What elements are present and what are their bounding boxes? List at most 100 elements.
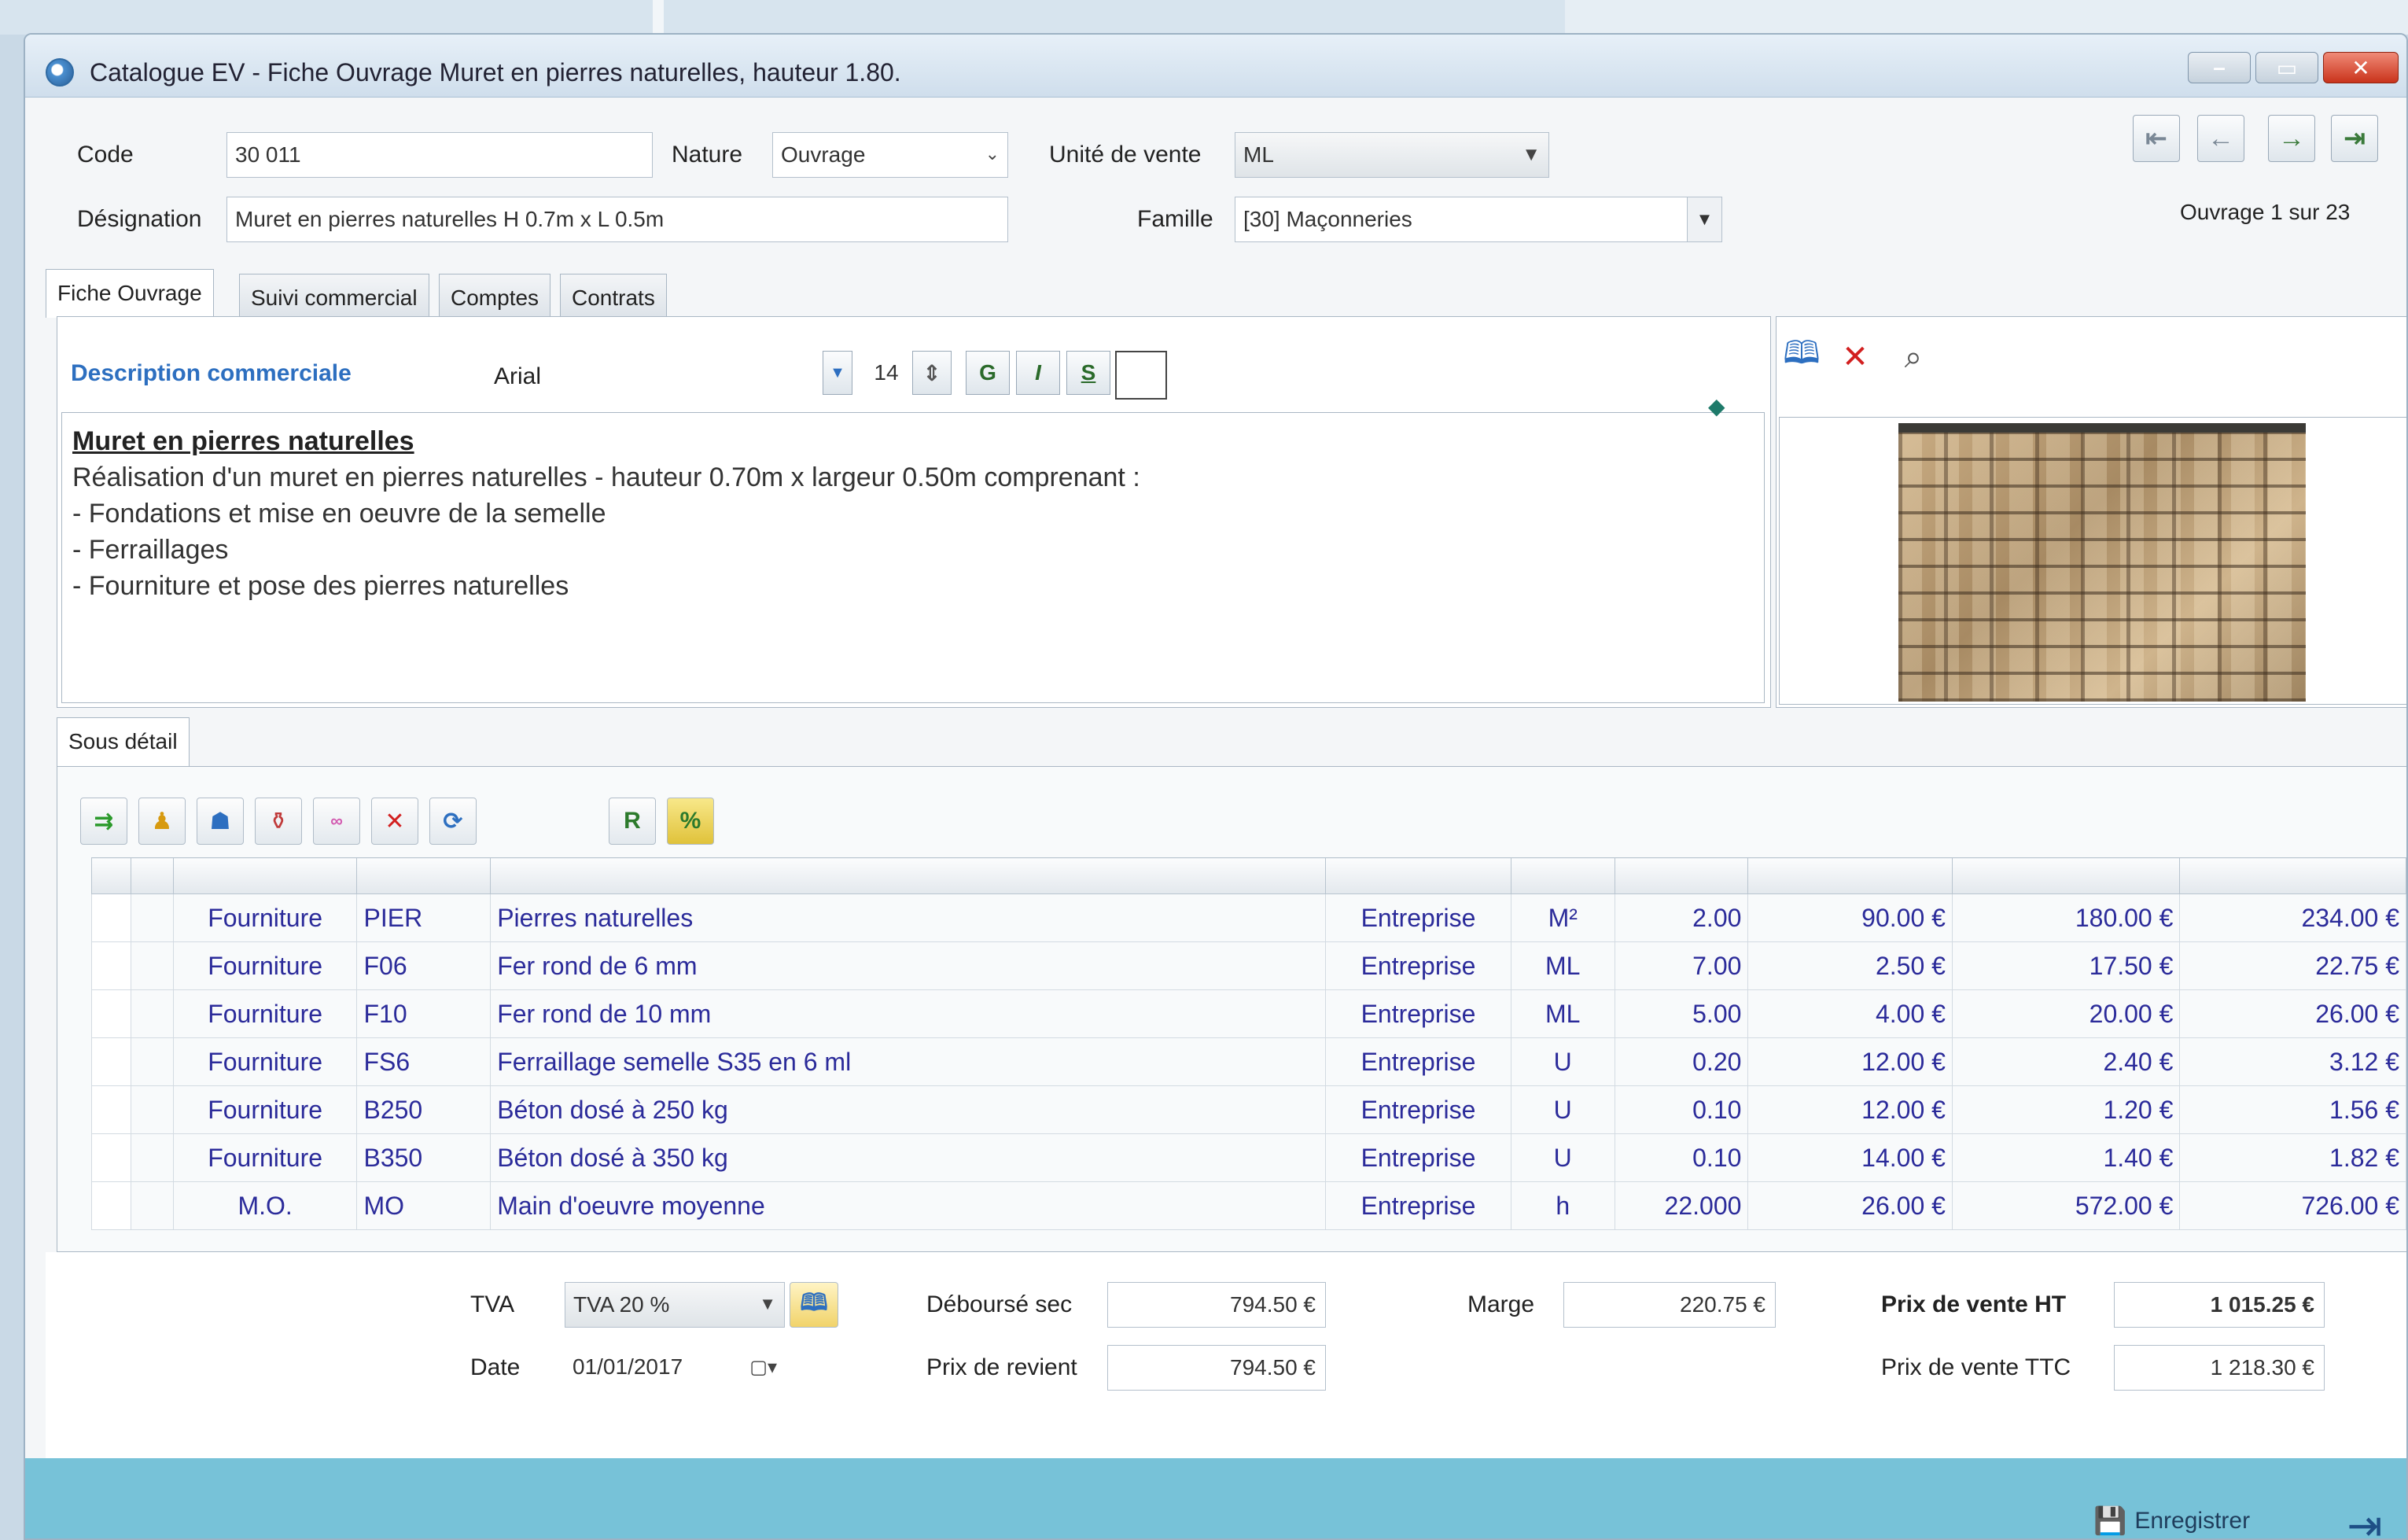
date-picker[interactable]: 01/01/2017 ▢▾ bbox=[565, 1345, 785, 1391]
cell-quantite: 0.10 bbox=[1614, 1085, 1749, 1134]
tva-select[interactable]: TVA 20 % ▼ bbox=[565, 1282, 785, 1328]
close-icon: ✕ bbox=[2351, 55, 2370, 80]
cell-prix-achat: 14.00 € bbox=[1747, 1133, 1953, 1182]
delete-icon: ✕ bbox=[1842, 340, 1869, 374]
row-checkbox[interactable] bbox=[91, 893, 131, 942]
first-record-button[interactable]: ⇤ bbox=[2133, 115, 2180, 162]
cell-prix-achat: 2.50 € bbox=[1747, 941, 1953, 990]
delete-image-button[interactable]: ✕ bbox=[1831, 333, 1880, 381]
exit-button[interactable]: ⇥ bbox=[2337, 1498, 2392, 1539]
dropdown-arrow-icon: ▼ bbox=[1687, 197, 1721, 241]
tva-lookup-button[interactable]: 🕮 bbox=[790, 1282, 838, 1328]
add-labor-button[interactable]: ☗ bbox=[197, 798, 244, 845]
table-row[interactable]: M.O. MO Main d'oeuvre moyenne Entreprise… bbox=[91, 1181, 2406, 1230]
add-supply-button[interactable]: ♟ bbox=[138, 798, 186, 845]
cell-code: FS6 bbox=[356, 1037, 492, 1086]
first-record-icon: ⇤ bbox=[2145, 123, 2168, 153]
col-total-ht[interactable] bbox=[2179, 857, 2406, 894]
window-title: Catalogue EV - Fiche Ouvrage Muret en pi… bbox=[90, 58, 901, 87]
font-size-input[interactable]: 14 bbox=[867, 351, 906, 395]
bold-button[interactable]: G bbox=[966, 351, 1010, 395]
maximize-icon: ▭ bbox=[2276, 55, 2298, 80]
add-material-button[interactable]: ⚱ bbox=[255, 798, 302, 845]
col-nature[interactable] bbox=[172, 857, 358, 894]
maximize-button[interactable]: ▭ bbox=[2255, 52, 2318, 83]
open-image-button[interactable]: 🕮 bbox=[1777, 333, 1826, 381]
cell-nature: Fourniture bbox=[172, 941, 358, 990]
tab-comptes[interactable]: Comptes bbox=[439, 274, 551, 318]
close-button[interactable]: ✕ bbox=[2323, 52, 2399, 83]
title-bar[interactable]: Catalogue EV - Fiche Ouvrage Muret en pi… bbox=[25, 35, 2406, 98]
minimize-button[interactable]: – bbox=[2188, 52, 2251, 83]
table-row[interactable]: Fourniture B350 Béton dosé à 350 kg Entr… bbox=[91, 1133, 2406, 1182]
font-name-select[interactable]: Arial bbox=[494, 363, 541, 390]
cell-total-achat: 2.40 € bbox=[1951, 1037, 2181, 1086]
col-code[interactable] bbox=[356, 857, 492, 894]
col-designation[interactable] bbox=[490, 857, 1327, 894]
description-line: - Fondations et mise en oeuvre de la sem… bbox=[72, 499, 606, 529]
add-line-button[interactable]: ⇉ bbox=[80, 798, 127, 845]
expand-icon[interactable]: ◆ bbox=[1708, 393, 1725, 419]
col-quantite[interactable] bbox=[1614, 857, 1749, 894]
row-checkbox[interactable] bbox=[91, 1133, 131, 1182]
famille-select[interactable]: [30] Maçonneries ▼ bbox=[1235, 197, 1722, 242]
next-record-button[interactable]: → bbox=[2268, 115, 2315, 162]
cell-prix-achat: 12.00 € bbox=[1747, 1037, 1953, 1086]
italic-button[interactable]: I bbox=[1016, 351, 1060, 395]
cell-fournisseur: Entreprise bbox=[1325, 1037, 1511, 1086]
marge-input[interactable]: 220.75 € bbox=[1563, 1282, 1776, 1328]
cell-quantite: 22.000 bbox=[1614, 1181, 1749, 1230]
cell-unite: ML bbox=[1510, 941, 1615, 990]
cell-designation: Ferraillage semelle S35 en 6 ml bbox=[490, 1037, 1327, 1086]
pvttc-input[interactable]: 1 218.30 € bbox=[2114, 1345, 2325, 1391]
cell-code: PIER bbox=[356, 893, 492, 942]
unite-select[interactable]: ML ▼ bbox=[1235, 132, 1549, 178]
col-fournisseur[interactable] bbox=[1325, 857, 1511, 894]
cell-designation: Fer rond de 10 mm bbox=[490, 989, 1327, 1038]
col-prix-achat[interactable] bbox=[1747, 857, 1953, 894]
description-content: Muret en pierres naturelles Réalisation … bbox=[72, 423, 1140, 604]
nature-label: Nature bbox=[672, 142, 743, 168]
row-checkbox[interactable] bbox=[91, 1037, 131, 1086]
table-row[interactable]: Fourniture FS6 Ferraillage semelle S35 e… bbox=[91, 1037, 2406, 1086]
delete-line-button[interactable]: ✕ bbox=[371, 798, 418, 845]
nature-select[interactable]: Ouvrage ⌄ bbox=[772, 132, 1008, 178]
underline-button[interactable]: S bbox=[1066, 351, 1110, 395]
table-row[interactable]: Fourniture F06 Fer rond de 6 mm Entrepri… bbox=[91, 941, 2406, 990]
cell-unite: U bbox=[1510, 1085, 1615, 1134]
percent-button[interactable]: % bbox=[667, 798, 714, 845]
tab-fiche-ouvrage[interactable]: Fiche Ouvrage bbox=[46, 269, 214, 318]
tab-suivi-commercial[interactable]: Suivi commercial bbox=[239, 274, 429, 318]
row-checkbox[interactable] bbox=[91, 1181, 131, 1230]
cell-total-ht: 1.56 € bbox=[2179, 1085, 2406, 1134]
table-row[interactable]: Fourniture B250 Béton dosé à 250 kg Entr… bbox=[91, 1085, 2406, 1134]
font-dropdown-button[interactable]: ▼ bbox=[823, 351, 852, 395]
table-row[interactable]: Fourniture F10 Fer rond de 10 mm Entrepr… bbox=[91, 989, 2406, 1038]
last-record-button[interactable]: ⇥ bbox=[2331, 115, 2378, 162]
cell-designation: Main d'oeuvre moyenne bbox=[490, 1181, 1327, 1230]
refresh-button[interactable]: ⟳ bbox=[429, 798, 477, 845]
tab-sous-detail[interactable]: Sous détail bbox=[57, 717, 190, 768]
font-size-spinner[interactable]: ⇕ bbox=[912, 351, 952, 395]
previous-record-button[interactable]: ← bbox=[2197, 115, 2244, 162]
row-checkbox[interactable] bbox=[91, 989, 131, 1038]
row-checkbox[interactable] bbox=[91, 941, 131, 990]
code-input[interactable]: 30 011 bbox=[226, 132, 653, 178]
row-checkbox[interactable] bbox=[91, 1085, 131, 1134]
dropdown-arrow-icon: ▼ bbox=[830, 363, 845, 381]
zoom-image-button[interactable]: ⌕ bbox=[1889, 333, 1938, 381]
color-picker-button[interactable] bbox=[1115, 351, 1167, 400]
table-row[interactable]: Fourniture PIER Pierres naturelles Entre… bbox=[91, 893, 2406, 942]
cell-total-ht: 22.75 € bbox=[2179, 941, 2406, 990]
save-button[interactable]: 💾 Enregistrer bbox=[2093, 1505, 2250, 1537]
cell-fournisseur: Entreprise bbox=[1325, 1133, 1511, 1182]
app-icon bbox=[46, 58, 74, 87]
tab-contrats[interactable]: Contrats bbox=[560, 274, 667, 318]
col-unite[interactable] bbox=[1510, 857, 1615, 894]
cell-designation: Fer rond de 6 mm bbox=[490, 941, 1327, 990]
designation-input[interactable]: Muret en pierres naturelles H 0.7m x L 0… bbox=[226, 197, 1008, 242]
link-button[interactable]: ∞ bbox=[313, 798, 360, 845]
col-total-achat[interactable] bbox=[1951, 857, 2181, 894]
recalc-button[interactable]: R bbox=[609, 798, 656, 845]
pvht-input[interactable]: 1 015.25 € bbox=[2114, 1282, 2325, 1328]
